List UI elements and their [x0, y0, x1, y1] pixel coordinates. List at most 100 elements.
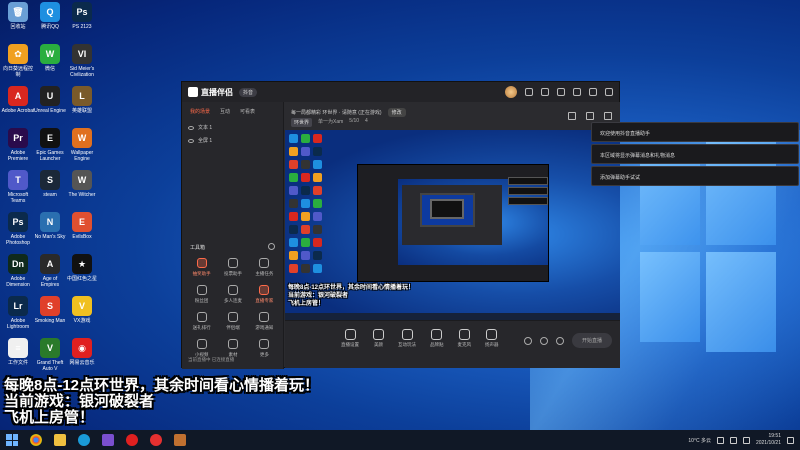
desktop-icon[interactable]: T Microsoft Teams — [1, 170, 35, 204]
tool-label: 粉丝团 — [194, 298, 209, 303]
control-button[interactable]: 扬声器 — [485, 329, 499, 348]
desktop-icon[interactable]: W The Witcher — [65, 170, 99, 198]
edit-title-button[interactable]: 修改 — [387, 108, 406, 117]
menu-icon[interactable] — [557, 88, 565, 96]
desktop-icon[interactable]: 🗑 回收站 — [1, 2, 35, 30]
desktop-icon[interactable]: A Adobe Acrobat — [1, 86, 35, 114]
tool-item[interactable]: 素材 — [217, 339, 248, 358]
platform-badge[interactable]: 抖音 — [239, 87, 258, 97]
preview-app-icon — [289, 160, 298, 169]
desktop-icon[interactable]: ◉ 网易云音乐 — [65, 338, 99, 366]
preview-overlay-text: 每晚8点-12点环世界，其余时间看心情播着玩！ 当前游戏：银河破裂者 飞机上房管… — [288, 284, 414, 308]
tool-item[interactable]: 小视频 — [186, 339, 217, 358]
clock[interactable]: 19:51 2021/10/21 — [756, 433, 781, 447]
tool-item[interactable]: 主播任务 — [249, 258, 280, 277]
livestream-icon[interactable] — [150, 434, 162, 446]
desktop-icon[interactable]: Lr Adobe Lightroom — [1, 296, 35, 330]
control-button[interactable]: 互动玩法 — [398, 329, 416, 348]
network-icon[interactable] — [716, 436, 724, 444]
message-icon[interactable] — [525, 88, 533, 96]
tool-item[interactable]: 投票助手 — [217, 258, 248, 277]
tab-view[interactable]: 可看表 — [240, 108, 255, 115]
eye-icon[interactable] — [188, 125, 194, 130]
desktop-icon[interactable]: ✿ 向日葵远程控制 — [1, 44, 35, 78]
tool-item[interactable]: 送礼排行 — [186, 312, 217, 331]
stream-preview[interactable]: 每晚8点-12点环世界，其余时间看心情播着玩！ 当前游戏：银河破裂者 飞机上房管… — [285, 130, 620, 320]
desktop-icon[interactable]: VI Sid Meier's Civilization — [65, 44, 99, 78]
start-live-button[interactable]: 开始直播 — [571, 333, 612, 348]
control-button[interactable]: 麦克风 — [458, 329, 471, 348]
share-icon[interactable] — [586, 112, 594, 120]
desktop-icon[interactable]: L 英雄联盟 — [65, 86, 99, 114]
desktop-icon-label: Adobe Premiere — [7, 150, 29, 162]
start-button[interactable] — [6, 434, 18, 446]
user-avatar[interactable] — [505, 86, 517, 98]
desktop-icon[interactable]: ≡ 工作文件 — [1, 338, 35, 366]
toolbox-settings-icon[interactable] — [268, 243, 275, 250]
visual-studio-icon[interactable] — [102, 434, 114, 446]
layout-icon[interactable] — [604, 112, 612, 120]
tool-item[interactable]: 直播专家 — [249, 285, 280, 304]
weather-text[interactable]: 10°C 多云 — [688, 437, 711, 444]
desktop-icon[interactable]: E Epic Games Launcher — [33, 128, 67, 162]
tool-item[interactable]: 多人连麦 — [217, 285, 248, 304]
desktop-icon[interactable]: Ps PS 2123 — [65, 2, 99, 30]
tool-item[interactable]: 游戏通知 — [249, 312, 280, 331]
desktop-icon[interactable]: Ps Adobe Photoshop — [1, 212, 35, 246]
desktop-icon[interactable]: S Smoking Man — [33, 296, 67, 324]
file-explorer-icon[interactable] — [54, 434, 66, 446]
tab-my-scenes[interactable]: 我的场景 — [190, 108, 210, 115]
room-tag[interactable]: 环世界 — [291, 118, 313, 127]
volume-icon[interactable] — [729, 436, 737, 444]
control-button[interactable]: 美颜 — [373, 329, 384, 348]
tool-item[interactable]: 伴侣端 — [217, 312, 248, 331]
overlay-line: 每晚8点-12点环世界，其余时间看心情播着玩！ — [4, 377, 320, 394]
close-icon[interactable] — [605, 88, 613, 96]
desktop-icon-label: Grand Theft Auto V — [36, 360, 64, 372]
tool-icon — [227, 339, 238, 349]
desktop-icon[interactable]: A Age of Empires — [33, 254, 67, 288]
desktop-icon[interactable]: W 微信 — [33, 44, 67, 72]
chrome-icon[interactable] — [30, 434, 42, 446]
scene-item[interactable]: 全屏 1 — [182, 134, 283, 147]
control-label: 扬声器 — [485, 342, 499, 347]
desktop-icon[interactable]: ★ 中国红色之星 — [65, 254, 99, 282]
ime-icon[interactable] — [742, 436, 750, 444]
tool-label: 多人连麦 — [223, 298, 242, 303]
tool-item[interactable]: 更多 — [249, 339, 280, 358]
control-button[interactable]: 直播设置 — [341, 329, 359, 348]
tool-item[interactable]: 粉丝团 — [186, 285, 217, 304]
record-icon[interactable] — [523, 336, 532, 345]
netease-icon[interactable] — [126, 434, 138, 446]
desktop-icon[interactable]: E EvilsBox — [65, 212, 99, 240]
settings-icon[interactable] — [541, 88, 549, 96]
tab-interact[interactable]: 互动 — [220, 108, 230, 115]
preview-app-icon — [313, 134, 322, 143]
nested-app-window — [357, 164, 549, 282]
timer-icon[interactable] — [539, 336, 548, 345]
gear-icon[interactable] — [555, 336, 564, 345]
control-button[interactable]: 品牌贴 — [430, 329, 444, 348]
eye-icon[interactable] — [188, 138, 194, 143]
desktop-icon[interactable]: V Grand Theft Auto V — [33, 338, 67, 372]
desktop-icon[interactable]: Dn Adobe Dimension — [1, 254, 35, 288]
desktop-icon[interactable]: Ssteam — [33, 170, 67, 198]
tool-icon — [196, 285, 207, 295]
desktop-icon[interactable]: U Unreal Engine — [33, 86, 67, 114]
notification-icon[interactable] — [787, 436, 794, 444]
tool-item[interactable]: 抽奖助手 — [186, 258, 217, 277]
game-icon[interactable] — [174, 434, 186, 446]
desktop-icon[interactable]: Q 腾讯QQ — [33, 2, 67, 30]
minimize-icon[interactable] — [573, 88, 581, 96]
desktop-icon-label: 英雄联盟 — [71, 108, 92, 114]
desktop-icon[interactable]: N No Man's Sky — [33, 212, 67, 240]
overlay-line: 当前游戏：银河破裂者 — [4, 393, 155, 410]
maximize-icon[interactable] — [589, 88, 597, 96]
scene-item[interactable]: 文本 1 — [182, 121, 283, 134]
gift-icon[interactable] — [568, 112, 576, 120]
preview-app-icon — [289, 147, 298, 156]
desktop-icon[interactable]: Pr Adobe Premiere — [1, 128, 35, 162]
desktop-icon[interactable]: V VX游戏 — [65, 296, 99, 324]
edge-icon[interactable] — [78, 434, 90, 446]
desktop-icon[interactable]: W Wallpaper Engine — [65, 128, 99, 162]
